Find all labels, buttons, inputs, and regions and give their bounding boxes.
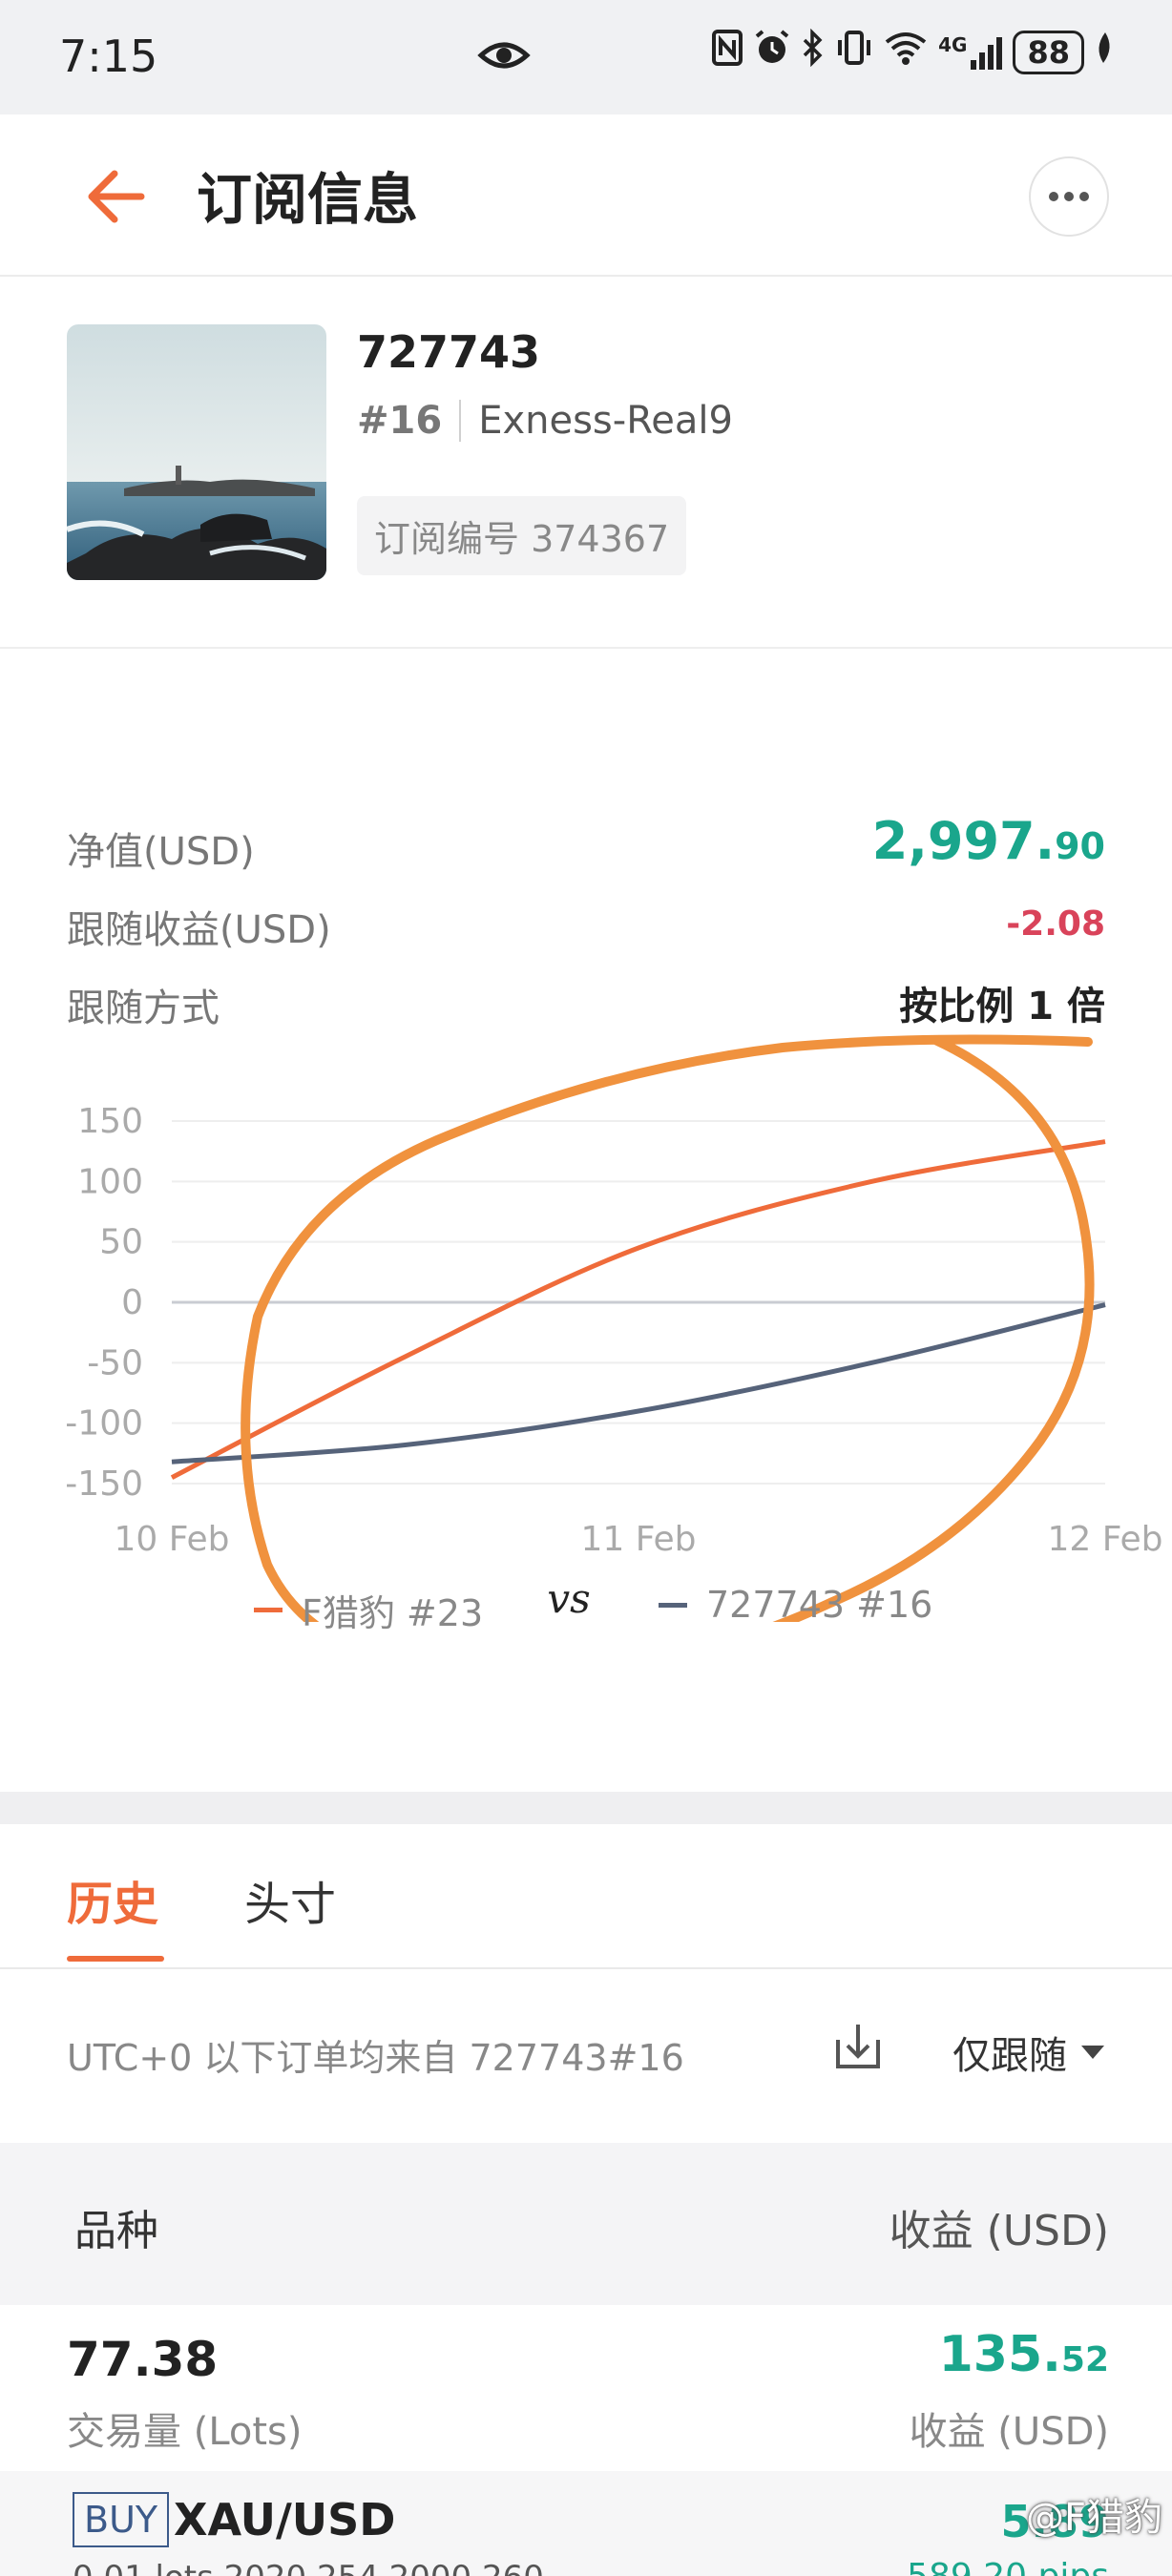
nfc-icon	[711, 29, 743, 75]
series-line-2	[171, 1302, 1106, 1465]
order-symbol: XAU/USD	[174, 2494, 396, 2545]
watermark: @F猎豹	[1025, 2496, 1162, 2540]
tab-bar: 历史 头寸	[0, 1824, 1172, 1969]
chart-legend: F猎豹 #23 727743 #16	[0, 1574, 1172, 1651]
follow-mode-row: 跟随方式 按比例 1 倍	[67, 967, 1105, 1034]
column-pnl: 收益 (USD)	[889, 2207, 1109, 2255]
more-button[interactable]	[1029, 156, 1109, 237]
alarm-icon	[753, 29, 791, 75]
comparison-chart: 150100500-50-100-15010 Feb 11 Feb 12 Febvs	[65, 1034, 1163, 1622]
total-volume: 77.38	[67, 2332, 219, 2387]
equity-row: 净值(USD) 2,997.90	[67, 811, 1105, 878]
eye-icon	[477, 34, 531, 80]
x-tick-label: 11 Feb	[581, 1520, 697, 1559]
legend-swatch	[659, 1602, 687, 1608]
order-pips: 589.20 pips	[907, 2557, 1109, 2576]
x-tick-label: 10 Feb	[115, 1520, 230, 1559]
legend-item-series-2: 727743 #16	[659, 1584, 932, 1626]
tab-indicator	[67, 1956, 164, 1962]
status-icons: 4G 88	[711, 28, 1115, 75]
account-info: #16 Exness-Real9	[357, 399, 733, 443]
battery-indicator: 88	[1013, 30, 1084, 74]
filter-row: UTC+0 以下订单均来自 727743#16 仅跟随	[0, 1971, 1172, 2162]
tab-history[interactable]: 历史	[67, 1866, 158, 1933]
account-number: #16	[357, 399, 443, 443]
status-bar: 7:15 4G 88	[0, 0, 1172, 114]
equity-label: 净值(USD)	[67, 830, 255, 874]
x-tick-label: 12 Feb	[1048, 1520, 1163, 1559]
order-detail: 0.01 lots 2020.254 2000.260	[73, 2559, 544, 2576]
account-card: 727743 #16 Exness-Real9 订阅编号 374367	[0, 277, 1172, 649]
follow-pnl-row: 跟随收益(USD) -2.08	[67, 889, 1105, 956]
more-dots-icon	[1049, 192, 1089, 201]
account-avatar	[67, 324, 326, 580]
page-title: 订阅信息	[197, 167, 419, 232]
order-side-badge: BUY	[73, 2492, 170, 2547]
back-button[interactable]	[80, 158, 157, 235]
wifi-icon	[883, 29, 929, 75]
follow-mode-label: 跟随方式	[67, 987, 220, 1030]
section-divider	[0, 1792, 1172, 1824]
follow-mode-value: 按比例 1 倍	[899, 985, 1105, 1028]
filter-select-label: 仅跟随	[952, 2034, 1067, 2078]
y-tick-label: -100	[65, 1404, 143, 1444]
network-type: 4G	[938, 32, 968, 56]
y-tick-label: 100	[77, 1162, 143, 1201]
signal-icon: 4G	[938, 33, 1003, 72]
table-header: 品种 收益 (USD)	[0, 2143, 1172, 2305]
vibrate-icon	[835, 29, 873, 75]
y-tick-label: -150	[65, 1465, 143, 1504]
equity-value: 2,997.90	[871, 811, 1105, 871]
column-symbol: 品种	[74, 2207, 158, 2255]
y-tick-label: 0	[121, 1283, 143, 1322]
download-icon	[836, 2025, 880, 2068]
app-bar: 订阅信息	[0, 114, 1172, 277]
leaf-icon	[1094, 29, 1115, 75]
subscription-id-badge: 订阅编号 374367	[357, 496, 687, 575]
bluetooth-icon	[801, 28, 826, 75]
legend-label: F猎豹 #23	[302, 1592, 484, 1634]
follow-pnl-value: -2.08	[1006, 904, 1105, 944]
summary-row: 77.38 交易量 (Lots) 135.52 收益 (USD)	[0, 2305, 1172, 2467]
download-button[interactable]	[834, 2019, 882, 2072]
screen: 订阅信息 727743 #16 Exness-Real9 订阅编号 374367…	[0, 114, 1172, 2576]
follow-pnl-label: 跟随收益(USD)	[67, 908, 331, 952]
legend-item-series-1: F猎豹 #23	[254, 1584, 483, 1636]
total-pnl-label: 收益 (USD)	[909, 2410, 1109, 2454]
total-volume-label: 交易量 (Lots)	[67, 2410, 303, 2454]
status-time: 7:15	[59, 31, 158, 82]
follow-filter-select[interactable]: 仅跟随	[952, 2025, 1105, 2080]
legend-swatch	[254, 1608, 283, 1612]
y-tick-label: 150	[77, 1102, 143, 1141]
divider	[459, 400, 462, 442]
arrow-left-icon	[88, 170, 145, 223]
account-server: Exness-Real9	[478, 399, 733, 443]
series-line-1	[170, 1139, 1106, 1480]
tab-positions[interactable]: 头寸	[244, 1866, 336, 1933]
account-name: 727743	[357, 326, 541, 378]
order-source-note: UTC+0 以下订单均来自 727743#16	[67, 2037, 684, 2079]
y-tick-label: -50	[87, 1343, 143, 1382]
caret-down-icon	[1081, 2046, 1104, 2059]
order-row[interactable]: BUY XAU/USD 0.01 lots 2020.254 2000.260 …	[0, 2471, 1172, 2576]
total-pnl: 135.52	[938, 2326, 1109, 2383]
legend-label: 727743 #16	[706, 1584, 933, 1626]
y-tick-label: 50	[99, 1223, 143, 1262]
